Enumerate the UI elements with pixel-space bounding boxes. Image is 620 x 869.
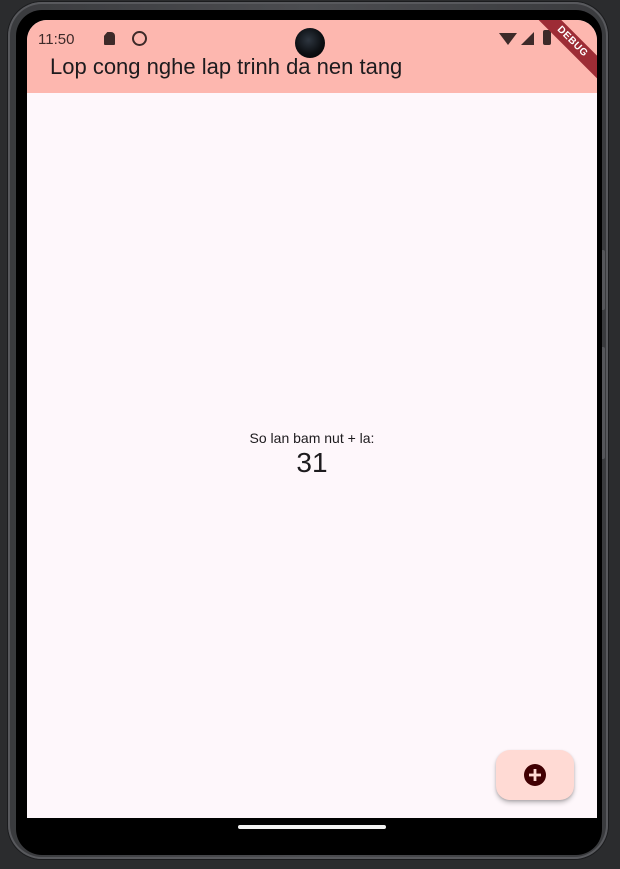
app-screen: 11:50 Lop cong nghe lap trinh da nen tan… (27, 20, 597, 818)
home-indicator[interactable] (238, 825, 386, 829)
add-circle-icon (524, 764, 546, 786)
system-nav-bar (27, 818, 597, 840)
status-time: 11:50 (38, 31, 75, 48)
sd-card-icon (104, 32, 115, 45)
counter-value: 31 (296, 447, 328, 478)
app-bar: 11:50 Lop cong nghe lap trinh da nen tan… (27, 20, 597, 93)
app-title: Lop cong nghe lap trinh da nen tang (50, 54, 403, 79)
counter-caption: So lan bam nut + la: (249, 430, 375, 446)
notification-face-icon (132, 31, 147, 46)
emulator-window: 11:50 Lop cong nghe lap trinh da nen tan… (0, 0, 620, 869)
cell-signal-icon (521, 32, 534, 45)
wifi-icon (499, 33, 517, 45)
battery-icon (543, 30, 551, 45)
increment-fab[interactable] (496, 750, 574, 800)
status-bar: 11:50 (27, 20, 597, 58)
counter-section: So lan bam nut + la: 31 (27, 430, 597, 479)
